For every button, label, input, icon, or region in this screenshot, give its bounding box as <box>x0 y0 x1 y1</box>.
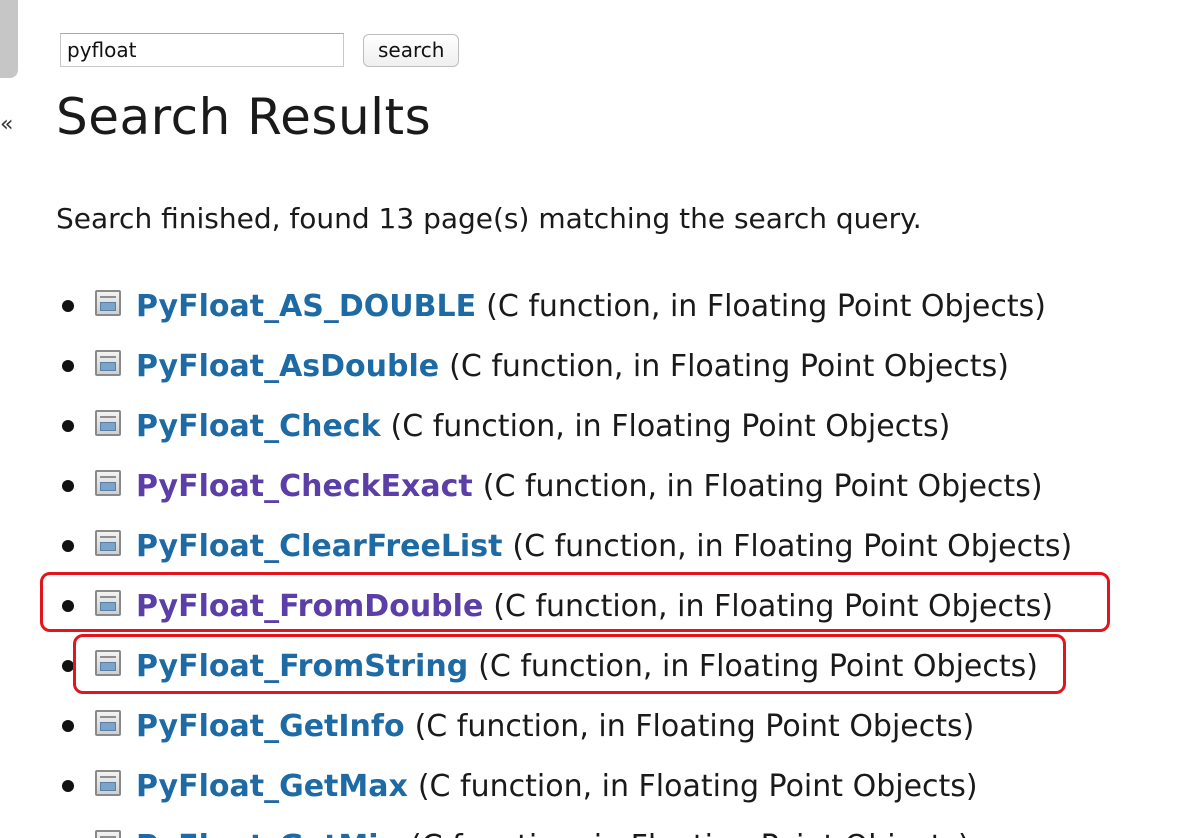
result-link[interactable]: PyFloat_AS_DOUBLE <box>136 289 476 324</box>
page-icon <box>95 590 121 616</box>
result-item: PyFloat_FromString (C function, in Float… <box>56 636 1176 696</box>
bullet-icon <box>62 540 74 552</box>
page-icon <box>95 470 121 496</box>
result-link[interactable]: PyFloat_GetMin <box>136 829 400 838</box>
page-icon <box>95 650 121 676</box>
search-results-list: PyFloat_AS_DOUBLE (C function, in Floati… <box>56 276 1176 838</box>
result-item: PyFloat_ClearFreeList (C function, in Fl… <box>56 516 1176 576</box>
result-description: (C function, in Floating Point Objects) <box>410 829 970 838</box>
bullet-icon <box>62 660 74 672</box>
result-item: PyFloat_AS_DOUBLE (C function, in Floati… <box>56 276 1176 336</box>
result-link[interactable]: PyFloat_ClearFreeList <box>136 529 502 564</box>
page-title: Search Results <box>56 88 432 146</box>
result-description: (C function, in Floating Point Objects) <box>417 768 978 804</box>
result-item: PyFloat_GetInfo (C function, in Floating… <box>56 696 1176 756</box>
result-link[interactable]: PyFloat_GetMax <box>136 769 408 804</box>
search-button[interactable]: search <box>363 33 460 67</box>
result-link[interactable]: PyFloat_AsDouble <box>136 349 439 384</box>
result-description: (C function, in Floating Point Objects) <box>390 408 951 444</box>
result-link[interactable]: PyFloat_GetInfo <box>136 709 405 744</box>
page: « search Search Results Search finished,… <box>0 0 1184 838</box>
result-item: PyFloat_CheckExact (C function, in Float… <box>56 456 1176 516</box>
result-link[interactable]: PyFloat_Check <box>136 409 381 444</box>
result-description: (C function, in Floating Point Objects) <box>486 288 1046 324</box>
result-item: PyFloat_GetMax (C function, in Floating … <box>56 756 1176 816</box>
page-icon <box>95 290 121 316</box>
collapse-sidebar-button[interactable]: « <box>0 112 13 137</box>
result-link[interactable]: PyFloat_CheckExact <box>136 469 473 504</box>
page-icon <box>95 530 121 556</box>
page-icon <box>95 830 121 838</box>
result-link[interactable]: PyFloat_FromDouble <box>136 589 483 624</box>
bullet-icon <box>62 420 74 432</box>
page-icon <box>95 770 121 796</box>
bullet-icon <box>62 720 74 732</box>
sidebar-toggle-tab[interactable] <box>0 0 18 78</box>
result-description: (C function, in Floating Point Objects) <box>449 348 1009 384</box>
result-item: PyFloat_GetMin (C function, in Floating … <box>56 816 1176 838</box>
search-input[interactable] <box>60 33 344 67</box>
bullet-icon <box>62 780 74 792</box>
result-link[interactable]: PyFloat_FromString <box>136 649 468 684</box>
page-icon <box>95 350 121 376</box>
page-icon <box>95 410 121 436</box>
bullet-icon <box>62 360 74 372</box>
result-item: PyFloat_Check (C function, in Floating P… <box>56 396 1176 456</box>
result-description: (C function, in Floating Point Objects) <box>482 468 1043 504</box>
result-item: PyFloat_FromDouble (C function, in Float… <box>56 576 1176 636</box>
search-form: search <box>60 33 460 67</box>
result-description: (C function, in Floating Point Objects) <box>414 708 975 744</box>
page-icon <box>95 710 121 736</box>
search-summary: Search finished, found 13 page(s) matchi… <box>56 202 922 235</box>
result-item: PyFloat_AsDouble (C function, in Floatin… <box>56 336 1176 396</box>
bullet-icon <box>62 300 74 312</box>
result-description: (C function, in Floating Point Objects) <box>478 648 1038 684</box>
bullet-icon <box>62 600 74 612</box>
result-description: (C function, in Floating Point Objects) <box>512 528 1073 564</box>
bullet-icon <box>62 480 74 492</box>
result-description: (C function, in Floating Point Objects) <box>493 588 1054 624</box>
